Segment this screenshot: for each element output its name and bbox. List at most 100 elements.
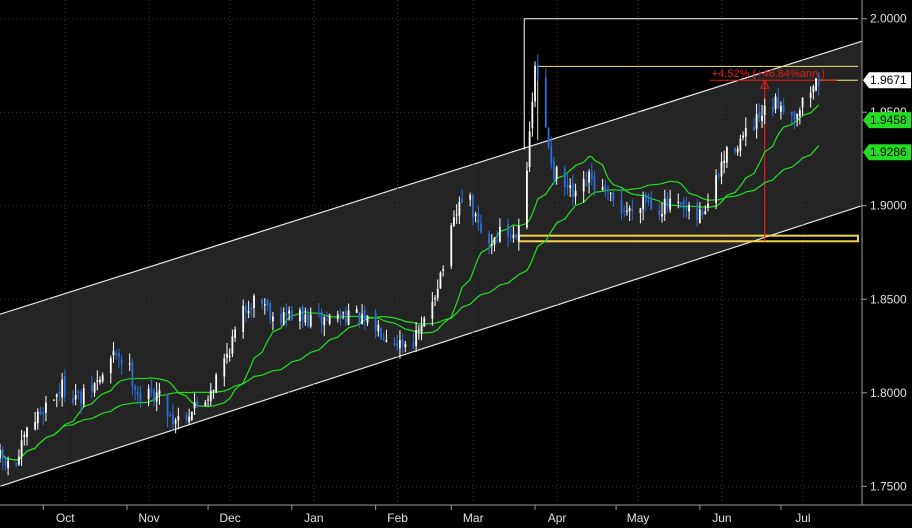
candle-body bbox=[536, 64, 539, 78]
candle-body bbox=[798, 110, 801, 117]
candle-body bbox=[309, 314, 312, 327]
candle-body bbox=[290, 310, 293, 321]
candle-body bbox=[82, 388, 85, 405]
candle-body bbox=[553, 161, 555, 180]
candle-body bbox=[177, 416, 180, 421]
candle-body bbox=[517, 226, 520, 241]
candle-body bbox=[474, 213, 477, 216]
candle-body bbox=[526, 170, 528, 228]
candle-body bbox=[307, 314, 309, 327]
candle-body bbox=[817, 79, 820, 87]
candle-body bbox=[153, 389, 155, 402]
candle-body bbox=[642, 197, 645, 210]
candle-body bbox=[574, 190, 577, 197]
candle-body bbox=[404, 343, 407, 348]
candle-body bbox=[777, 97, 780, 109]
x-tick-label: Mar bbox=[463, 511, 484, 525]
candle-body bbox=[423, 318, 426, 327]
x-tick-label: Dec bbox=[219, 511, 240, 525]
candle-body bbox=[782, 106, 785, 112]
candle-body bbox=[609, 192, 612, 194]
candle-body bbox=[688, 205, 690, 212]
candle-body bbox=[717, 174, 720, 176]
candle-body bbox=[650, 199, 653, 210]
candle-body bbox=[658, 210, 661, 215]
candle-body bbox=[285, 312, 288, 316]
candle-body bbox=[396, 343, 399, 347]
candle-body bbox=[590, 171, 593, 180]
candle-body bbox=[358, 312, 361, 326]
candle-body bbox=[280, 314, 282, 324]
candle-body bbox=[215, 375, 218, 393]
candle-body bbox=[744, 128, 747, 137]
candle-body bbox=[282, 312, 285, 325]
candle-body bbox=[231, 336, 234, 354]
candle-body bbox=[698, 209, 701, 224]
candle-body bbox=[261, 299, 264, 304]
candle-body bbox=[742, 135, 745, 138]
candle-body bbox=[512, 234, 515, 238]
candle-body bbox=[477, 213, 480, 224]
candle-body bbox=[753, 127, 755, 131]
candle-body bbox=[723, 160, 726, 164]
candle-body bbox=[507, 223, 509, 237]
candle-body bbox=[566, 185, 569, 188]
candle-body bbox=[196, 400, 199, 407]
candle-body bbox=[117, 352, 120, 358]
candle-body bbox=[299, 310, 301, 322]
candle-body bbox=[793, 111, 796, 120]
x-tick-label: Feb bbox=[387, 511, 408, 525]
candle-body bbox=[228, 356, 231, 358]
candle-body bbox=[471, 194, 474, 218]
x-tick-label: Apr bbox=[548, 511, 567, 525]
candle-body bbox=[399, 340, 401, 349]
candle-body bbox=[39, 410, 42, 415]
x-tick-label: May bbox=[627, 511, 650, 525]
candle-body bbox=[63, 376, 66, 397]
candle-body bbox=[588, 171, 590, 183]
candle-body bbox=[234, 329, 236, 338]
candle-body bbox=[607, 189, 609, 191]
candle-body bbox=[53, 399, 55, 401]
candle-body bbox=[55, 394, 58, 397]
candle-body bbox=[696, 203, 699, 221]
candle-body bbox=[442, 269, 445, 271]
candle-body bbox=[601, 187, 604, 191]
candle-body bbox=[23, 434, 26, 437]
candle-body bbox=[626, 210, 628, 212]
candle-body bbox=[301, 306, 304, 320]
y-tick-label: 1.7500 bbox=[870, 479, 907, 493]
candle-body bbox=[323, 317, 326, 326]
candle-body bbox=[244, 305, 247, 313]
candle-body bbox=[99, 379, 101, 383]
candle-body bbox=[499, 226, 501, 242]
candle-body bbox=[7, 460, 10, 469]
candle-body bbox=[809, 92, 812, 98]
x-tick-label: Oct bbox=[56, 511, 75, 525]
candle-body bbox=[269, 302, 272, 320]
candle-body bbox=[380, 328, 382, 339]
candle-body bbox=[4, 459, 7, 466]
candle-body bbox=[761, 115, 763, 121]
candle-body bbox=[639, 208, 642, 214]
candle-body bbox=[96, 380, 99, 382]
measure-label: +4.52% (+46.84%ann.) bbox=[712, 68, 825, 80]
candle-body bbox=[771, 106, 774, 112]
candle-body bbox=[758, 111, 761, 118]
candle-body bbox=[739, 138, 742, 152]
candle-body bbox=[128, 363, 131, 365]
candle-body bbox=[42, 412, 45, 415]
candle-body bbox=[461, 198, 463, 203]
price-label-text: 1.9458 bbox=[870, 113, 907, 127]
candle-body bbox=[45, 402, 47, 414]
candle-body bbox=[115, 353, 118, 356]
candle-body bbox=[190, 411, 193, 420]
candle-body bbox=[582, 179, 585, 192]
candle-body bbox=[382, 338, 385, 341]
candle-body bbox=[420, 325, 423, 334]
candle-body bbox=[169, 414, 172, 416]
candle-body bbox=[666, 197, 669, 208]
candle-body bbox=[585, 181, 588, 186]
candle-body bbox=[544, 77, 547, 128]
candle-body bbox=[250, 307, 253, 311]
